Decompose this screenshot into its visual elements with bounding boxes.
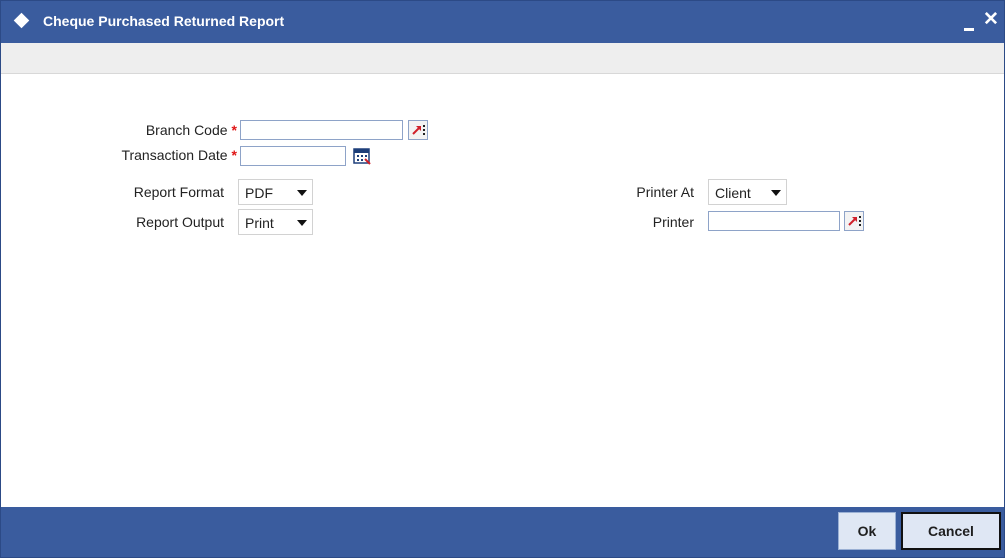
cancel-button[interactable]: Cancel [901, 512, 1001, 550]
report-output-select[interactable]: Print [238, 209, 313, 235]
branch-code-label: Branch Code * [145, 122, 237, 138]
close-icon[interactable]: ✕ [983, 9, 1003, 31]
chevron-down-icon [297, 220, 307, 226]
report-output-label: Report Output [136, 214, 224, 230]
printer-input[interactable] [708, 211, 840, 231]
printer-label: Printer [652, 214, 694, 230]
report-output-value: Print [245, 215, 274, 231]
title-bar: Cheque Purchased Returned Report ✕ [1, 1, 1004, 43]
transaction-date-input[interactable] [240, 146, 346, 166]
calendar-icon [353, 148, 371, 165]
report-format-select[interactable]: PDF [238, 179, 313, 205]
report-window: Cheque Purchased Returned Report ✕ Branc… [0, 0, 1005, 558]
list-of-values-icon [412, 125, 425, 135]
branch-code-input[interactable] [240, 120, 403, 140]
report-format-value: PDF [245, 185, 273, 201]
minimize-icon[interactable] [961, 11, 979, 33]
ok-button[interactable]: Ok [838, 512, 896, 550]
toolbar [1, 43, 1004, 74]
branch-code-lov-button[interactable] [408, 120, 428, 140]
window-title: Cheque Purchased Returned Report [43, 13, 285, 29]
diamond-icon [13, 12, 30, 29]
chevron-down-icon [771, 190, 781, 196]
printer-at-select[interactable]: Client [708, 179, 787, 205]
report-format-label: Report Format [133, 184, 224, 200]
printer-lov-button[interactable] [844, 211, 864, 231]
transaction-date-calendar-button[interactable] [352, 146, 372, 166]
list-of-values-icon [848, 216, 861, 226]
required-mark: * [231, 147, 237, 163]
printer-at-value: Client [715, 185, 751, 201]
chevron-down-icon [297, 190, 307, 196]
printer-at-label: Printer At [636, 184, 694, 200]
required-mark: * [231, 122, 237, 138]
transaction-date-label: Transaction Date * [121, 147, 237, 163]
